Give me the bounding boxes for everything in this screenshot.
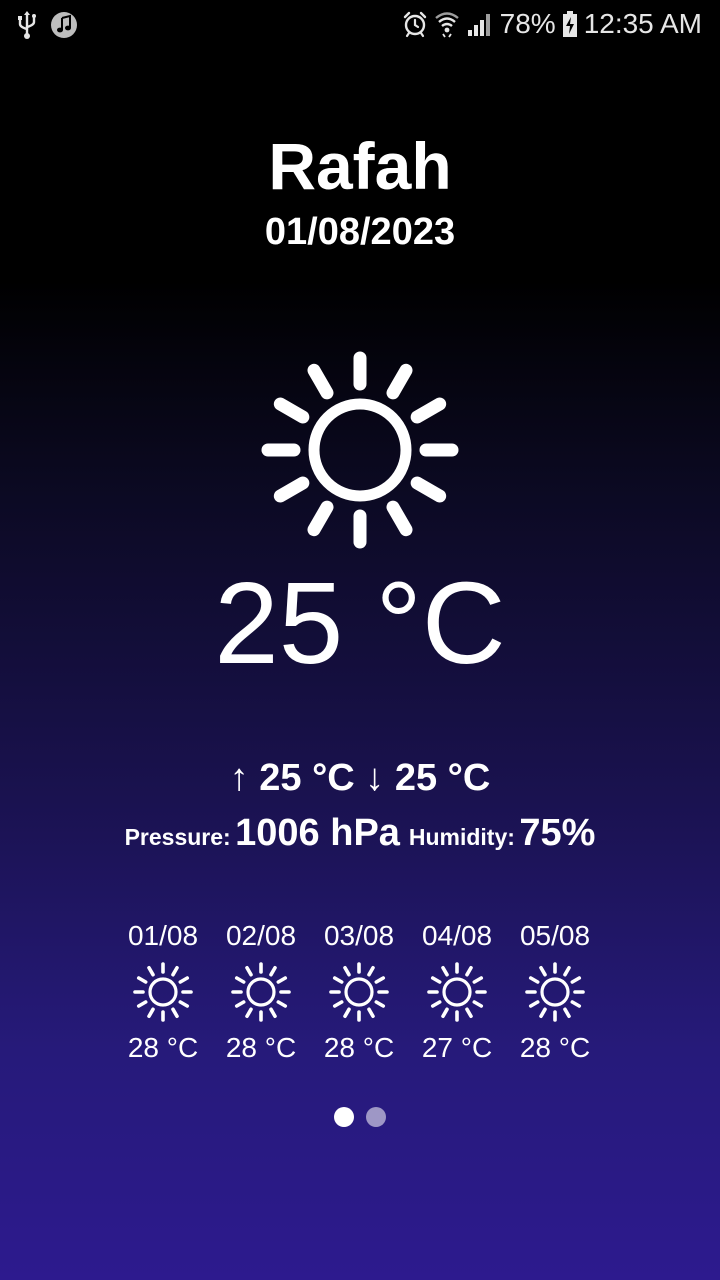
sun-icon (427, 962, 487, 1022)
page-dot-inactive[interactable] (366, 1107, 386, 1127)
max-temperature: 25 °C (259, 757, 355, 799)
battery-charging-icon (562, 11, 577, 37)
forecast-day[interactable]: 05/08 28 °C (506, 916, 604, 1068)
forecast-temperature: 28 °C (323, 1032, 395, 1063)
weather-details: Pressure: 1006 hPa Humidity: 75% (0, 808, 720, 866)
max-arrow-icon: ↑ (229, 757, 249, 799)
forecast-temperature: 28 °C (127, 1032, 199, 1063)
page-dot-active[interactable] (334, 1107, 354, 1127)
forecast-day[interactable]: 01/08 28 °C (114, 916, 212, 1068)
min-temperature: 25 °C (394, 757, 491, 799)
sun-icon (525, 962, 585, 1022)
forecast-date: 05/08 (519, 920, 591, 951)
sun-icon (261, 351, 459, 549)
forecast-temperature: 27 °C (421, 1032, 493, 1063)
forecast-day[interactable]: 02/08 28 °C (212, 916, 310, 1068)
status-bar-right: 78% 12:35 AM (402, 6, 702, 42)
forecast-list[interactable]: 01/08 28 °C 02/08 28 °C 03/08 28 °C 04/0… (114, 916, 604, 1068)
temperature-range: ↑ 25 °C ↓ 25 °C (0, 754, 720, 802)
music-icon (51, 12, 77, 38)
alarm-icon (403, 11, 426, 38)
min-arrow-icon: ↓ (365, 757, 385, 799)
usb-icon (18, 11, 36, 39)
forecast-day[interactable]: 03/08 28 °C (310, 916, 408, 1068)
status-bar: 78% 12:35 AM (0, 0, 720, 50)
pressure-label: Pressure: (124, 824, 231, 850)
current-date: 01/08/2023 (264, 211, 456, 253)
signal-icon (467, 14, 490, 36)
forecast-day[interactable]: 04/08 27 °C (408, 916, 506, 1068)
sun-icon (133, 962, 193, 1022)
forecast-date: 03/08 (323, 920, 395, 951)
battery-percent: 78% (499, 8, 556, 39)
pressure-value: 1006 hPa (235, 812, 400, 854)
humidity-value: 75% (519, 812, 596, 854)
humidity-label: Humidity: (408, 824, 515, 850)
forecast-temperature: 28 °C (225, 1032, 297, 1063)
current-temperature: 25 °C (214, 558, 506, 688)
sun-icon (329, 962, 389, 1022)
status-time: 12:35 AM (583, 8, 702, 39)
forecast-date: 02/08 (225, 920, 297, 951)
sun-icon (231, 962, 291, 1022)
status-bar-left (16, 10, 78, 40)
wifi-icon (434, 12, 459, 38)
page-indicator[interactable] (0, 1107, 720, 1127)
forecast-date: 01/08 (127, 920, 199, 951)
forecast-temperature: 28 °C (519, 1032, 591, 1063)
city-name: Rafah (268, 129, 452, 203)
forecast-date: 04/08 (421, 920, 493, 951)
